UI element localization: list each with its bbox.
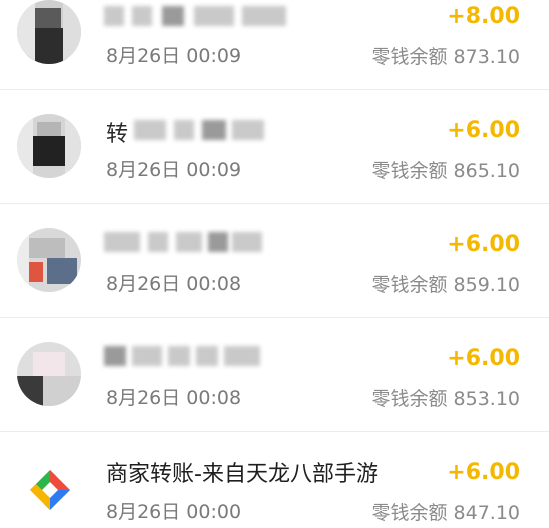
balance-line: 零钱余额 847.10 <box>371 498 520 525</box>
transaction-date: 8月26日 00:09 <box>106 159 242 181</box>
title-prefix: 转 <box>106 122 129 144</box>
list-item[interactable]: 8月26日 00:08 +6.00 零钱余额 853.10 <box>0 318 549 432</box>
list-item[interactable]: 转 8月26日 00:09 +6.00 零钱余额 865.10 <box>0 90 549 204</box>
transaction-date: 8月26日 00:09 <box>106 45 242 67</box>
balance-label: 零钱余额 <box>371 274 448 296</box>
balance-line: 零钱余额 859.10 <box>371 270 520 297</box>
balance-value: 847.10 <box>453 502 520 524</box>
avatar <box>17 342 81 406</box>
avatar <box>17 228 81 292</box>
transaction-amount: +6.00 <box>447 118 520 143</box>
balance-line: 零钱余额 853.10 <box>371 384 520 411</box>
transaction-amount: +8.00 <box>447 4 520 29</box>
balance-line: 零钱余额 873.10 <box>371 42 520 69</box>
blurred-title <box>100 342 265 370</box>
balance-label: 零钱余额 <box>371 46 448 68</box>
transaction-amount: +6.00 <box>447 232 520 257</box>
transaction-amount: +6.00 <box>447 346 520 371</box>
transaction-date: 8月26日 00:00 <box>106 501 242 523</box>
avatar <box>17 0 81 64</box>
transaction-title: 商家转账-来自天龙八部手游 <box>106 462 378 487</box>
transaction-list: 8月26日 00:09 +8.00 零钱余额 873.10 转 8月26日 00… <box>0 0 549 528</box>
balance-label: 零钱余额 <box>371 502 448 524</box>
balance-label: 零钱余额 <box>371 160 448 182</box>
avatar <box>17 114 81 178</box>
balance-value: 873.10 <box>453 46 520 68</box>
blurred-title <box>100 2 290 30</box>
list-item[interactable]: 8月26日 00:09 +8.00 零钱余额 873.10 <box>0 0 549 90</box>
blurred-title <box>100 228 265 256</box>
list-item[interactable]: 8月26日 00:08 +6.00 零钱余额 859.10 <box>0 204 549 318</box>
transaction-date: 8月26日 00:08 <box>106 387 242 409</box>
balance-label: 零钱余额 <box>371 388 448 410</box>
blurred-title: 转 <box>100 116 270 144</box>
balance-line: 零钱余额 865.10 <box>371 156 520 183</box>
merchant-transfer-logo-icon <box>22 462 78 518</box>
list-item[interactable]: 商家转账-来自天龙八部手游 8月26日 00:00 +6.00 零钱余额 847… <box>0 432 549 528</box>
transaction-amount: +6.00 <box>447 460 520 485</box>
balance-value: 865.10 <box>453 160 520 182</box>
balance-value: 853.10 <box>453 388 520 410</box>
transaction-date: 8月26日 00:08 <box>106 273 242 295</box>
balance-value: 859.10 <box>453 274 520 296</box>
